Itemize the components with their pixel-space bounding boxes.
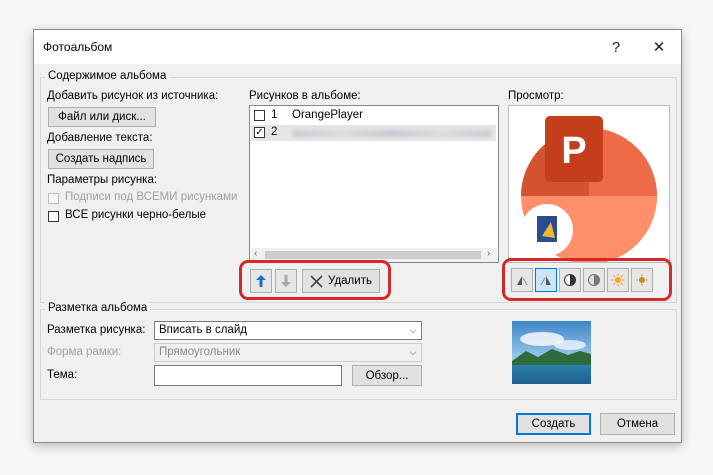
create-button[interactable]: Создать	[516, 413, 591, 435]
contrast-up-button[interactable]	[559, 268, 581, 292]
move-down-button[interactable]	[275, 269, 297, 293]
contrast-down-icon	[588, 274, 600, 286]
add-text-label: Добавление текста:	[47, 132, 153, 144]
theme-input[interactable]	[154, 365, 342, 386]
preview-image: P	[508, 105, 670, 263]
scroll-right-icon[interactable]: ›	[487, 248, 490, 259]
new-text-box-button[interactable]: Создать надпись	[48, 149, 154, 169]
album-layout-group-label: Разметка альбома	[45, 302, 151, 314]
pictures-in-album-list[interactable]: 1 OrangePlayer ✓ 2 ‹ ›	[249, 105, 499, 263]
all-black-white-label: ВСЕ рисунки черно-белые	[65, 209, 206, 221]
dialog-title: Фотоальбом	[43, 40, 113, 54]
scroll-thumb[interactable]	[265, 251, 481, 259]
rotate-left-icon	[517, 276, 528, 286]
rotate-right-button[interactable]	[535, 268, 557, 292]
powerpoint-logo-preview: P	[521, 116, 657, 262]
remove-x-icon	[310, 274, 323, 288]
close-button[interactable]: ✕	[639, 30, 679, 64]
picture-layout-value: Вписать в слайд	[159, 324, 247, 336]
cancel-button[interactable]: Отмена	[600, 413, 675, 435]
captions-below-all-checkbox[interactable]	[48, 193, 59, 204]
svg-text:P: P	[561, 130, 586, 172]
list-item[interactable]: ✓ 2	[251, 125, 496, 141]
list-item[interactable]: 1 OrangePlayer	[251, 108, 496, 124]
brightness-up-button[interactable]	[607, 268, 629, 292]
list-item-checkbox[interactable]	[254, 110, 265, 121]
list-item-checkbox-checked[interactable]: ✓	[254, 127, 265, 138]
brightness-down-icon	[636, 274, 648, 286]
browse-button[interactable]: Обзор...	[352, 365, 422, 386]
list-item-index: 2	[271, 126, 278, 138]
list-item-name-blurred	[292, 130, 492, 137]
captions-below-all-label: Подписи под ВСЕМИ рисунками	[65, 191, 238, 203]
scroll-left-icon[interactable]: ‹	[254, 248, 257, 259]
pictures-in-album-label: Рисунков в альбоме:	[249, 90, 361, 102]
arrow-up-icon	[256, 275, 266, 287]
remove-button[interactable]: Удалить	[302, 269, 380, 293]
list-item-index: 1	[271, 109, 278, 121]
picture-layout-label: Разметка рисунка:	[47, 324, 146, 336]
remove-button-label: Удалить	[328, 275, 372, 287]
layout-preview-thumbnail	[512, 321, 591, 384]
chevron-down-icon: ⌵	[409, 347, 417, 357]
list-item-name: OrangePlayer	[292, 109, 363, 121]
photo-album-dialog: Фотоальбом ? ✕ Содержимое альбома Добави…	[33, 29, 682, 443]
preview-label: Просмотр:	[508, 90, 564, 102]
brightness-up-icon	[611, 273, 625, 287]
arrow-down-icon	[281, 275, 291, 287]
album-content-group-label: Содержимое альбома	[45, 70, 170, 82]
frame-shape-label: Форма рамки:	[47, 346, 122, 358]
help-button[interactable]: ?	[596, 30, 636, 64]
all-black-white-checkbox[interactable]	[48, 211, 59, 222]
add-picture-from-label: Добавить рисунок из источника:	[47, 90, 219, 102]
title-bar: Фотоальбом ? ✕	[34, 30, 681, 64]
brightness-down-button[interactable]	[631, 268, 653, 292]
contrast-up-icon	[564, 274, 576, 286]
frame-shape-value: Прямоугольник	[159, 346, 241, 358]
theme-label: Тема:	[47, 369, 78, 381]
close-icon: ✕	[652, 39, 666, 56]
rotate-left-button[interactable]	[511, 268, 533, 292]
move-up-button[interactable]	[250, 269, 272, 293]
file-or-disk-button[interactable]: Файл или диск...	[48, 107, 156, 127]
rotate-right-icon	[540, 276, 551, 286]
landscape-thumbnail-image	[512, 321, 591, 384]
chevron-down-icon: ⌵	[409, 325, 417, 335]
picture-options-label: Параметры рисунка:	[47, 174, 158, 186]
frame-shape-select[interactable]: Прямоугольник ⌵	[154, 343, 422, 362]
picture-layout-select[interactable]: Вписать в слайд ⌵	[154, 321, 422, 340]
contrast-down-button[interactable]	[583, 268, 605, 292]
